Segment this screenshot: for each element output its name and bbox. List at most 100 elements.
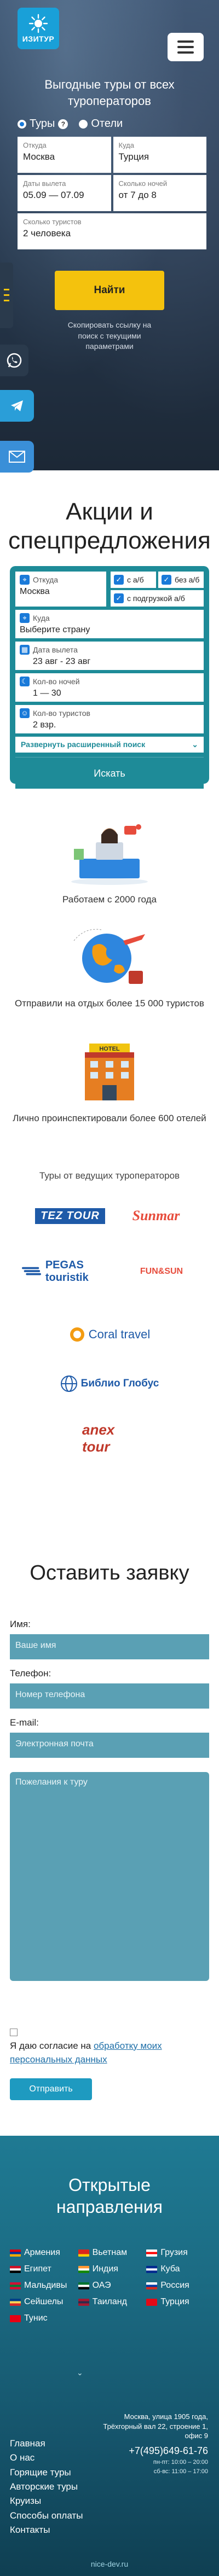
with-transfer-checkbox[interactable]: ✓ с подгрузкой а/б [111, 590, 204, 607]
name-input[interactable]: Ваше имя [10, 1634, 209, 1659]
find-button[interactable]: Найти [55, 271, 164, 310]
chevron-down-icon[interactable]: ⌄ [77, 2368, 83, 2377]
feature-caption: Работаем с 2000 года [62, 894, 157, 905]
radio-dot-selected [18, 119, 26, 129]
promo-tourists-field[interactable]: ☺ Кол-во туристов 2 взр. [15, 705, 204, 733]
hotel-illustration: HOTEL [85, 1044, 134, 1100]
submit-button[interactable]: Отправить [10, 2078, 92, 2100]
footer-nav-link[interactable]: Главная [10, 2437, 92, 2451]
promo-to-field[interactable]: ⌖ Куда Выберите страну [15, 610, 204, 638]
country-item[interactable]: Таиланд [78, 2297, 145, 2307]
partner-logo-funsun[interactable]: FUN&SUN [140, 1255, 183, 1288]
footer-nav-link[interactable]: Авторские туры [10, 2480, 92, 2494]
partner-name: Библио Глобус [80, 1378, 159, 1389]
hotel-sign-text: HOTEL [99, 1046, 120, 1052]
footer-nav-link[interactable]: Способы оплаты [10, 2509, 92, 2523]
footer-contacts: Москва, улица 1905 года, Трёхгорный вал … [93, 2412, 208, 2476]
coral-circle-icon [70, 1327, 84, 1342]
feature-tourists: Отправили на отдых более 15 000 туристов [0, 924, 219, 1010]
country-item[interactable]: Куба [146, 2264, 212, 2274]
radio-hotels[interactable]: Отели [79, 118, 123, 130]
partner-logo-anex[interactable]: anex tour [82, 1421, 137, 1455]
radio-tours[interactable]: Туры ? [18, 118, 68, 130]
hamburger-icon-line [177, 51, 194, 54]
partner-logo-sunmar[interactable]: Sunmar [123, 1206, 189, 1226]
country-item[interactable]: Индия [78, 2264, 145, 2274]
country-item[interactable]: Грузия [146, 2248, 212, 2258]
partner-logo-biblio-globus[interactable]: Библио Глобус [49, 1373, 170, 1395]
consent-row: Я даю согласие на обработку моих персона… [10, 2025, 209, 2067]
nights-field[interactable]: Сколько ночей от 7 до 8 [113, 175, 206, 211]
destinations-title: Открытые направления [56, 2175, 163, 2217]
email-button[interactable] [0, 441, 34, 473]
expand-advanced-search[interactable]: Развернуть расширенный поиск ⌄ [15, 737, 204, 753]
country-item[interactable]: Россия [146, 2281, 212, 2291]
footer-phone[interactable]: +7(495)649-61-76 [93, 2444, 208, 2457]
country-item[interactable]: Турция [146, 2297, 212, 2307]
promo-tourists-value: 2 взр. [33, 720, 56, 730]
consent-checkbox[interactable] [10, 2028, 18, 2036]
partner-logo-coral[interactable]: Coral travel [55, 1324, 164, 1345]
to-field[interactable]: Куда Турция [113, 137, 206, 173]
checkbox-checked-icon: ✓ [114, 575, 124, 585]
footer-nav-link[interactable]: О нас [10, 2451, 92, 2465]
radio-hotels-label: Отели [91, 118, 123, 130]
menu-button[interactable] [168, 33, 204, 61]
from-field[interactable]: Откуда Москва [18, 137, 111, 173]
country-item[interactable]: Вьетнам [78, 2248, 145, 2258]
promo-dates-field[interactable]: ▦ Дата вылета 23 авг - 23 авг [15, 642, 204, 670]
country-item[interactable]: Армения [10, 2248, 76, 2258]
feature-caption: Отправили на отдых более 15 000 туристов [15, 998, 204, 1009]
flag-icon [78, 2282, 89, 2289]
footer-nav-link[interactable]: Горящие туры [10, 2466, 92, 2480]
side-panel-toggle[interactable] [0, 263, 13, 328]
dates-field[interactable]: Даты вылета 05.09 — 07.09 [18, 175, 111, 211]
footer-hours-weekdays: пн-пт: 10:00 – 20:00 [153, 2458, 208, 2466]
form-title: Оставить заявку [30, 1561, 189, 1584]
partners-title: Туры от ведущих туроператоров [39, 1170, 180, 1181]
footer-nav-link[interactable]: Круизы [10, 2494, 92, 2508]
copy-search-link[interactable]: Скопировать ссылку на поиск с текущими п… [0, 320, 219, 352]
whatsapp-button[interactable] [0, 345, 28, 376]
telegram-button[interactable] [0, 390, 34, 422]
email-input[interactable]: Электронная почта [10, 1733, 209, 1758]
promo-from-label: Откуда [33, 575, 59, 584]
help-icon[interactable]: ? [58, 119, 68, 129]
dates-value: 05.09 — 07.09 [23, 190, 84, 200]
promo-from-field[interactable]: ⌖ Откуда Москва [15, 572, 106, 607]
country-name: Вьетнам [92, 2248, 128, 2257]
without-flight-checkbox[interactable]: ✓ без а/б [158, 572, 204, 588]
country-item[interactable]: Мальдивы [10, 2281, 76, 2291]
envelope-icon [9, 451, 25, 463]
with-flight-checkbox[interactable]: ✓ с а/б [111, 572, 156, 588]
brand-name: ИЗИТУР [22, 34, 55, 43]
telegram-icon [11, 400, 23, 411]
promo-search-button[interactable]: Искать [15, 757, 204, 789]
footer-nav-link[interactable]: Контакты [10, 2523, 92, 2537]
country-item[interactable]: ОАЭ [78, 2281, 145, 2291]
to-value: Турция [118, 151, 149, 162]
globe-plane-illustration [73, 929, 145, 984]
footer-hours-weekend: сб-вс: 11:00 – 17:00 [153, 2468, 208, 2475]
country-item[interactable]: Египет [10, 2264, 76, 2274]
partner-logo-tez-tour[interactable]: TEZ TOUR [32, 1206, 108, 1226]
partner-name: PEGAS touristik [45, 1259, 89, 1284]
wishes-textarea[interactable]: Пожелания к туру [10, 1772, 209, 1981]
promo-to-value: Выберите страну [20, 625, 90, 634]
phone-input[interactable]: Номер телефона [10, 1683, 209, 1709]
flag-icon [78, 2265, 89, 2273]
tourists-field[interactable]: Сколько туристов 2 человека [18, 213, 206, 249]
globe-icon [60, 1376, 77, 1392]
country-item[interactable]: Тунис [10, 2313, 76, 2323]
nights-label: Сколько ночей [118, 179, 168, 188]
promo-tourists-label: Кол-во туристов [33, 709, 90, 718]
partner-logo-pegas[interactable]: PEGAS touristik [22, 1259, 123, 1284]
country-item[interactable]: Сейшелы [10, 2297, 76, 2307]
promo-search-form: ⌖ Откуда Москва ✓ с а/б ✓ без а/б ✓ с под… [10, 566, 209, 789]
promo-nights-field[interactable]: ☾ Кол-во ночей 1 — 30 [15, 673, 204, 702]
site-logo[interactable]: ИЗИТУР [18, 8, 59, 49]
checkbox-checked-icon: ✓ [162, 575, 171, 585]
developer-credit[interactable]: nice-dev.ru [0, 2560, 219, 2568]
flag-icon [10, 2315, 21, 2322]
location-icon: ⌖ [20, 613, 30, 623]
